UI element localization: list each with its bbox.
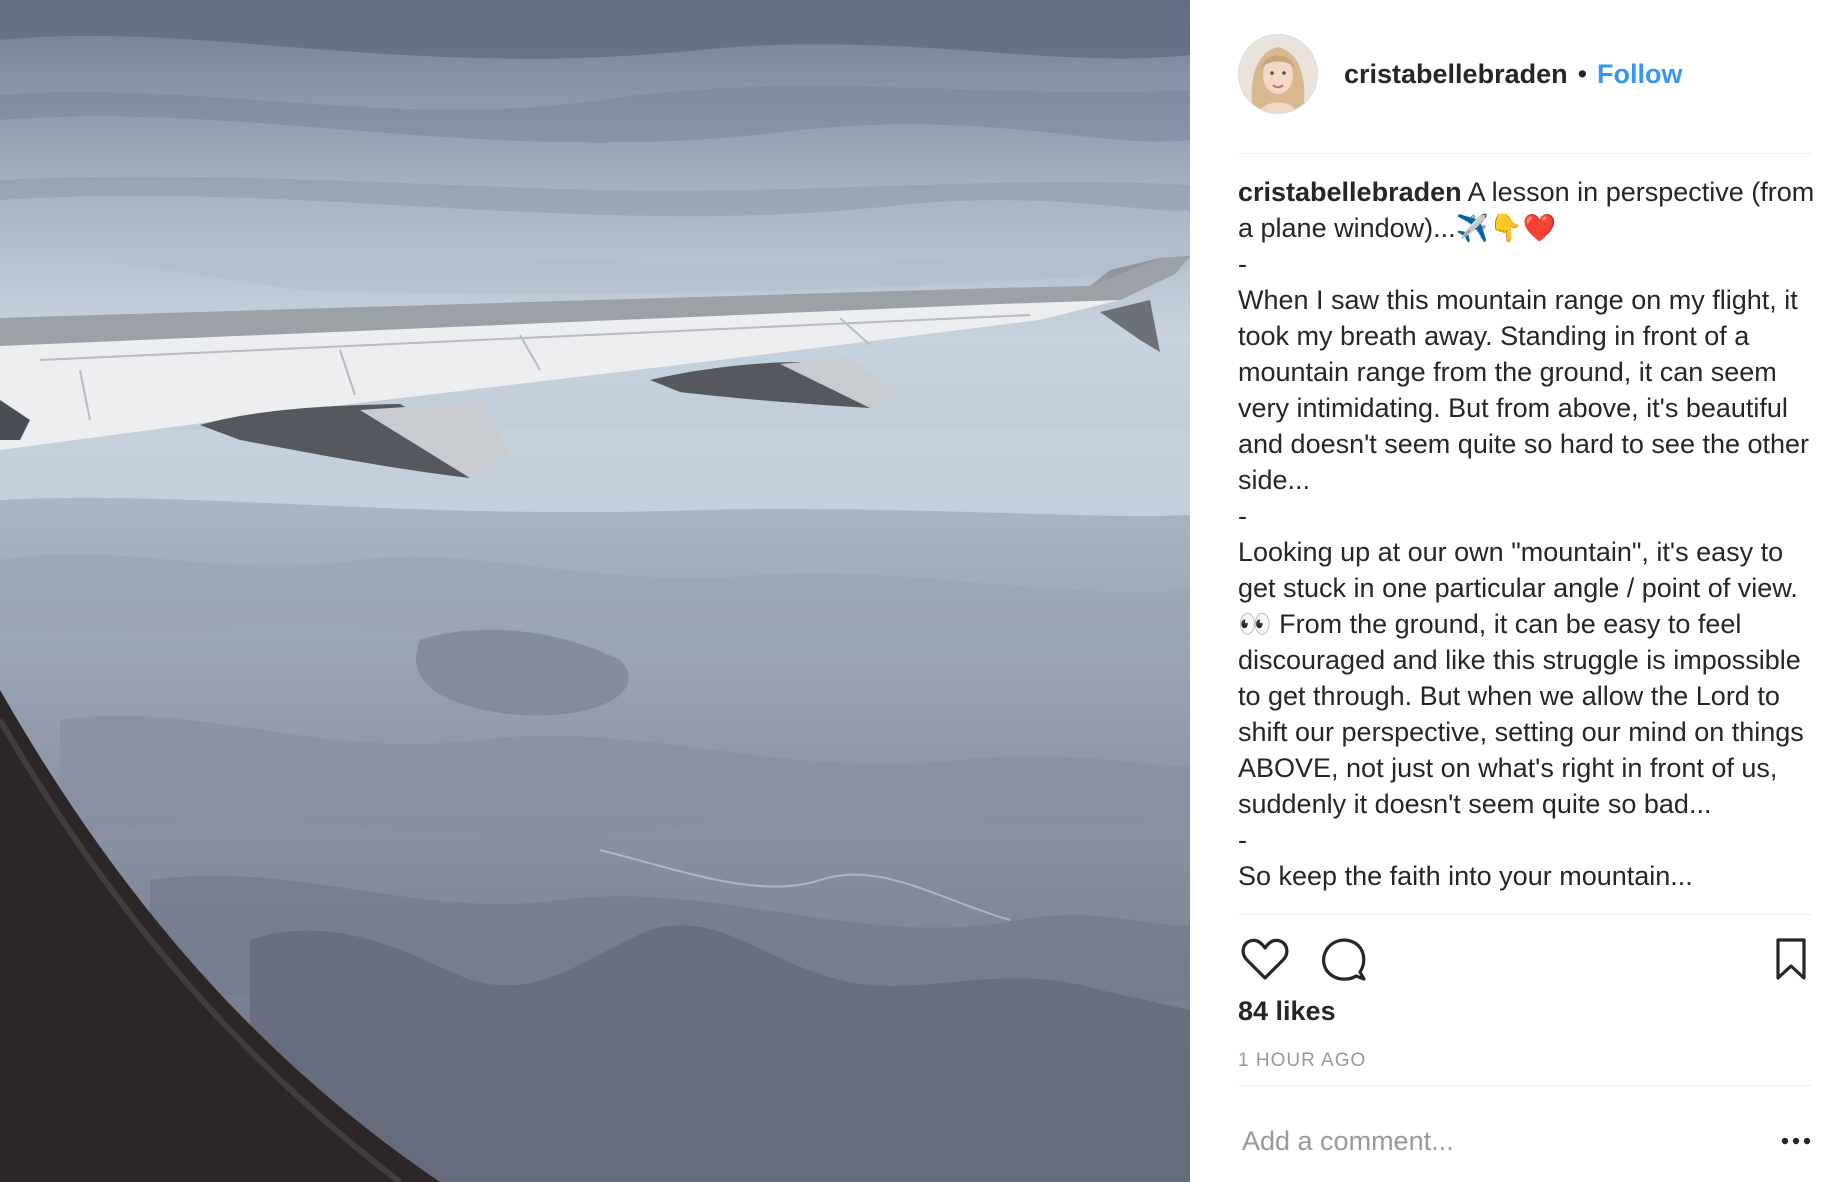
comment-input[interactable] <box>1238 1112 1742 1170</box>
post-header: cristabellebraden • Follow <box>1238 34 1812 114</box>
post-photo[interactable] <box>0 0 1190 1182</box>
comment-divider <box>1238 1085 1812 1086</box>
save-button[interactable] <box>1764 932 1818 986</box>
likes-count[interactable]: 84 likes <box>1238 996 1336 1027</box>
like-button[interactable] <box>1238 932 1292 986</box>
avatar[interactable] <box>1238 34 1318 114</box>
comment-area <box>1238 1112 1812 1172</box>
post-details-panel: cristabellebraden • Follow cristabellebr… <box>1190 0 1840 1182</box>
avatar-image <box>1239 35 1317 113</box>
more-options-button[interactable] <box>1778 1126 1814 1156</box>
more-options-icon <box>1781 1137 1811 1145</box>
follow-button[interactable]: Follow <box>1597 59 1682 90</box>
bookmark-icon <box>1776 938 1806 980</box>
action-bar <box>1238 932 1818 986</box>
instagram-post: cristabellebraden • Follow cristabellebr… <box>0 0 1840 1182</box>
post-caption: cristabellebraden A lesson in perspectiv… <box>1238 174 1818 910</box>
separator-dot: • <box>1577 58 1588 89</box>
header-username[interactable]: cristabellebraden <box>1344 59 1568 90</box>
caption-text: A lesson in perspective (from a plane wi… <box>1238 177 1815 891</box>
comment-icon <box>1322 938 1366 981</box>
post-timestamp[interactable]: 1 HOUR AGO <box>1238 1050 1366 1072</box>
caption-username[interactable]: cristabellebraden <box>1238 177 1462 207</box>
airplane-wing-photo <box>0 0 1190 1182</box>
heart-icon <box>1241 938 1289 980</box>
comment-button[interactable] <box>1316 932 1370 986</box>
header-divider <box>1238 153 1812 154</box>
caption-divider <box>1238 914 1812 915</box>
